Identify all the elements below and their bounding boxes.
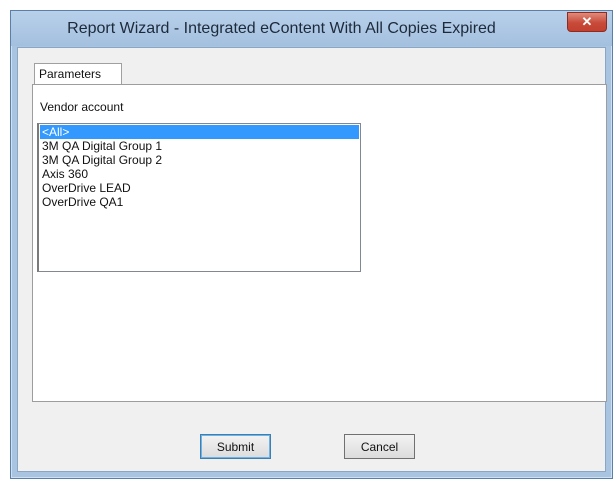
list-item-3m-qa-digital-group-2[interactable]: 3M QA Digital Group 2 <box>40 153 359 167</box>
list-item-overdrive-lead[interactable]: OverDrive LEAD <box>40 181 359 195</box>
list-item-all[interactable]: <All> <box>40 125 359 139</box>
vendor-account-listbox[interactable]: <All> 3M QA Digital Group 1 3M QA Digita… <box>37 123 361 272</box>
report-wizard-dialog: Report Wizard - Integrated eContent With… <box>10 10 613 479</box>
cancel-button[interactable]: Cancel <box>344 434 415 459</box>
window-title: Report Wizard - Integrated eContent With… <box>67 20 496 37</box>
close-icon: ✕ <box>581 14 593 29</box>
close-button[interactable]: ✕ <box>567 12 607 32</box>
list-item-axis-360[interactable]: Axis 360 <box>40 167 359 181</box>
vendor-account-label: Vendor account <box>40 100 124 114</box>
title-bar[interactable]: Report Wizard - Integrated eContent With… <box>11 11 612 46</box>
list-item-3m-qa-digital-group-1[interactable]: 3M QA Digital Group 1 <box>40 139 359 153</box>
list-item-overdrive-qa1[interactable]: OverDrive QA1 <box>40 195 359 209</box>
submit-button[interactable]: Submit <box>200 434 271 459</box>
tab-parameters[interactable]: Parameters <box>34 63 122 84</box>
dialog-body: Parameters Vendor account <All> 3M QA Di… <box>17 47 607 472</box>
